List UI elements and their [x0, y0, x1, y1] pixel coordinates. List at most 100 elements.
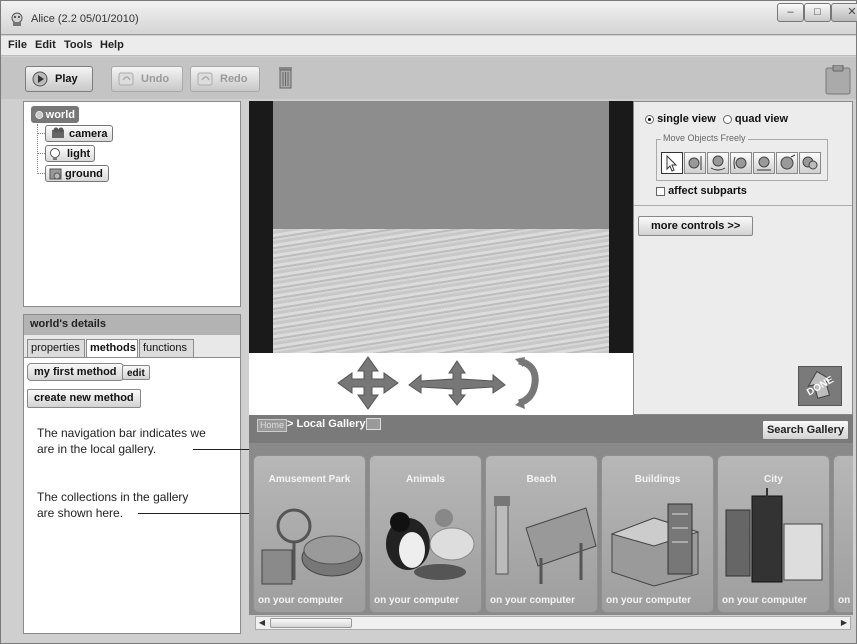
scene-view: [249, 101, 633, 415]
gallery-breadcrumb: > Local Gallery: [287, 418, 366, 430]
tree-connector: [37, 173, 45, 174]
gallery-card-city[interactable]: City on your computer: [717, 455, 830, 613]
scene-render[interactable]: [273, 101, 609, 353]
quad-view-radio[interactable]: [722, 114, 732, 124]
play-label: Play: [55, 73, 78, 85]
minimize-button[interactable]: –: [777, 3, 804, 22]
create-new-method-button[interactable]: create new method: [27, 389, 141, 408]
scrollbar-thumb[interactable]: [270, 618, 352, 628]
annotation-collections: The collections in the gallery are shown…: [37, 489, 188, 521]
tab-functions[interactable]: functions: [139, 339, 194, 357]
scene-sky: [273, 101, 609, 229]
gallery-up-icon[interactable]: [366, 418, 381, 430]
tumble-icon: [733, 156, 747, 170]
gallery-home-button[interactable]: Home: [257, 419, 287, 432]
alice-window: Alice (2.2 05/01/2010) – □ ✕ File Edit T…: [0, 0, 857, 644]
gallery-card-animals[interactable]: Animals on your computer: [369, 455, 482, 613]
tilt-arrows-icon[interactable]: [407, 359, 507, 407]
beach-thumbnail: [494, 496, 597, 584]
scene-ground: [273, 229, 609, 353]
affect-subparts-checkbox[interactable]: [656, 186, 665, 196]
view-mode-options: single view quad view: [645, 113, 788, 125]
tree-node-light-label: light: [67, 147, 91, 160]
gallery-card-buildings[interactable]: Buildings on your computer: [601, 455, 714, 613]
annotation-collections-line1: The collections in the gallery: [37, 490, 189, 504]
card-footer: on your computer: [374, 595, 460, 606]
pointer-mode-button[interactable]: [661, 152, 683, 174]
animals-thumbnail: [386, 509, 475, 580]
more-controls-button[interactable]: more controls >>: [638, 216, 754, 236]
move-arrows-icon[interactable]: [334, 355, 402, 411]
single-view-radio[interactable]: [645, 114, 654, 124]
tree-node-ground[interactable]: ground: [45, 165, 109, 182]
gallery-card-beach[interactable]: Beach on your computer: [485, 455, 598, 613]
ground-icon: [49, 168, 62, 179]
edit-method-button[interactable]: edit: [122, 365, 150, 380]
move-updown-button[interactable]: [684, 152, 706, 174]
world-icon: [35, 110, 44, 119]
turn-icon: [710, 155, 726, 171]
move-objects-group: Move Objects Freely: [656, 133, 828, 181]
undo-button[interactable]: Undo: [111, 66, 183, 92]
tab-properties[interactable]: properties: [27, 339, 85, 357]
card-title: Beach: [526, 474, 557, 485]
move-objects-label: Move Objects Freely: [661, 133, 748, 143]
turn-left-right-button[interactable]: [707, 152, 729, 174]
card-footer: on your computer: [490, 595, 576, 606]
tree-node-world[interactable]: world: [31, 106, 79, 123]
play-icon: [32, 71, 48, 87]
roll-icon: [757, 156, 771, 171]
gallery-card-partial[interactable]: on: [833, 455, 853, 613]
card-footer: on your computer: [258, 595, 344, 606]
object-tree-panel: world camera light ground: [23, 101, 241, 307]
title-bar: Alice (2.2 05/01/2010) – □ ✕: [1, 1, 857, 35]
menu-tools[interactable]: Tools: [64, 39, 93, 51]
card-title: Amusement Park: [268, 474, 351, 485]
rotate-arrows-icon[interactable]: [513, 357, 539, 409]
trash-icon[interactable]: [278, 65, 293, 89]
redo-button[interactable]: Redo: [190, 66, 260, 92]
card-title: City: [764, 474, 783, 485]
search-gallery-button[interactable]: Search Gallery: [761, 420, 849, 440]
close-button[interactable]: ✕: [831, 3, 857, 22]
maximize-button[interactable]: □: [804, 3, 831, 22]
buildings-thumbnail: [610, 503, 700, 587]
redo-icon: [197, 72, 213, 86]
tree-node-light[interactable]: light: [45, 145, 95, 162]
light-icon: [50, 147, 60, 160]
camera-icon: [52, 127, 64, 138]
camera-nav-controls: [249, 353, 633, 415]
roll-button[interactable]: [753, 152, 775, 174]
details-header: world's details: [24, 315, 240, 335]
scroll-left-arrow-icon[interactable]: ◀: [256, 617, 268, 629]
tree-node-camera[interactable]: camera: [45, 125, 113, 142]
tree-node-world-label: world: [45, 108, 75, 121]
annotation-nav-line2: are in the local gallery.: [37, 442, 157, 456]
menu-help[interactable]: Help: [100, 39, 124, 51]
menu-file[interactable]: File: [8, 39, 27, 51]
tree-connector: [37, 133, 45, 134]
redo-label: Redo: [220, 73, 248, 85]
scroll-right-arrow-icon[interactable]: ▶: [838, 617, 850, 629]
tab-methods[interactable]: methods: [86, 339, 138, 357]
gallery-card-amusement-park[interactable]: Amusement Park on your computer: [253, 455, 366, 613]
clipboard-icon[interactable]: [825, 65, 851, 95]
play-button[interactable]: Play: [25, 66, 93, 92]
annotation-collections-leader: [138, 513, 266, 514]
single-view-label: single view: [657, 113, 716, 125]
menu-edit[interactable]: Edit: [35, 39, 56, 51]
gallery-scrollbar[interactable]: ◀ ▶: [255, 616, 851, 630]
quad-view-label: quad view: [734, 113, 789, 125]
tree-connector: [37, 153, 45, 154]
affect-subparts-option: affect subparts: [656, 185, 747, 197]
done-button[interactable]: DONE: [798, 366, 842, 406]
copy-object-button[interactable]: [799, 152, 821, 174]
card-footer: on: [838, 595, 851, 606]
undo-label: Undo: [141, 73, 170, 85]
card-footer: on your computer: [606, 595, 692, 606]
method-my-first-method[interactable]: my first method: [27, 363, 124, 381]
resize-button[interactable]: [776, 152, 798, 174]
amusement-park-thumbnail: [261, 508, 363, 585]
window-title: Alice (2.2 05/01/2010): [31, 13, 139, 25]
turn-forward-button[interactable]: [730, 152, 752, 174]
